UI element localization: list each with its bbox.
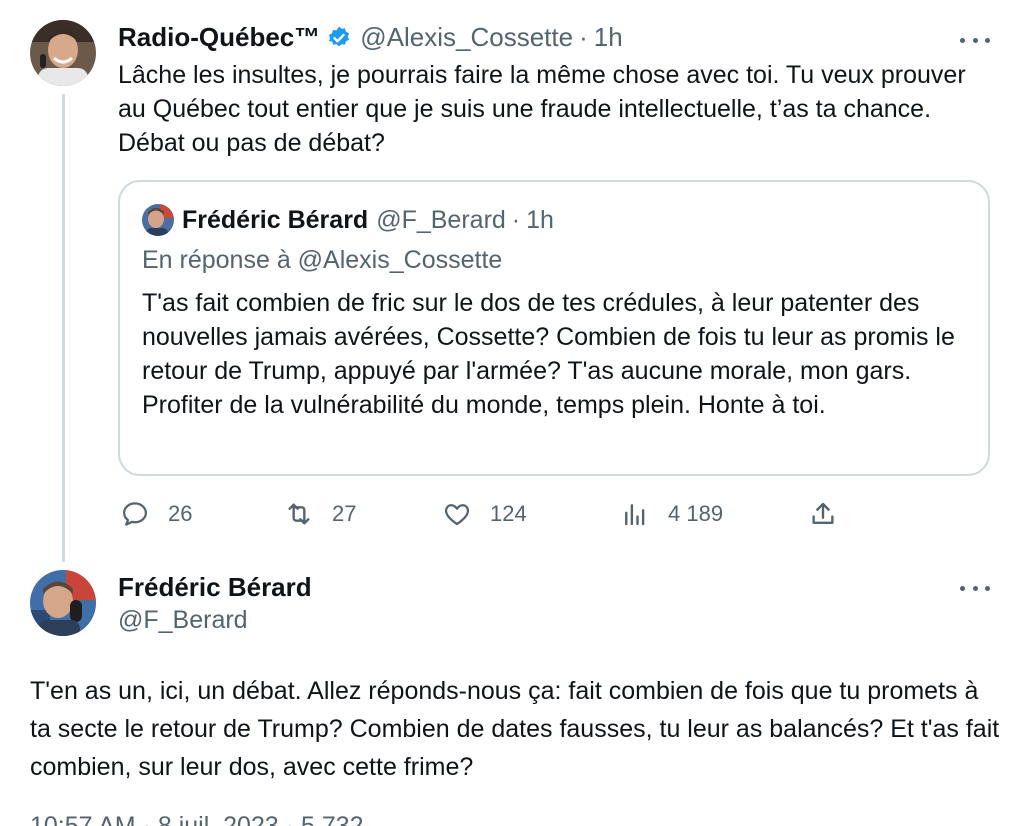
share-icon bbox=[806, 497, 840, 531]
reply-author-handle[interactable]: @F_Berard bbox=[118, 606, 248, 635]
tweet-meta: 10:57 AM · 8 juil. 2023 · 5 732 bbox=[30, 812, 364, 826]
quoted-timestamp: 1h bbox=[526, 205, 554, 234]
heart-icon bbox=[440, 497, 474, 531]
like-button[interactable]: 124 bbox=[440, 497, 527, 531]
tweet-text: Lâche les insultes, je pourrais faire la… bbox=[118, 61, 966, 157]
retweet-button[interactable]: 27 bbox=[282, 497, 356, 531]
reply-icon bbox=[118, 497, 152, 531]
timestamp[interactable]: 1h bbox=[594, 22, 623, 53]
separator: · bbox=[511, 205, 521, 234]
like-count: 124 bbox=[490, 501, 527, 526]
avatar[interactable] bbox=[30, 570, 96, 636]
tweet-header: Radio-Québec™ @Alexis_Cossette · 1h bbox=[118, 22, 623, 53]
reply-author-name[interactable]: Frédéric Bérard bbox=[118, 572, 312, 603]
more-icon[interactable] bbox=[960, 30, 990, 50]
author-handle[interactable]: @Alexis_Cossette bbox=[360, 22, 573, 53]
reply-tweet-text: T'en as un, ici, un débat. Allez réponds… bbox=[30, 677, 1000, 781]
views-count: 4 189 bbox=[668, 501, 724, 526]
reply-count: 26 bbox=[168, 501, 193, 526]
views-icon bbox=[618, 497, 652, 531]
avatar[interactable] bbox=[30, 20, 96, 86]
action-bar: 26 27 124 4 189 bbox=[118, 497, 858, 537]
quoted-author-handle: @F_Berard bbox=[376, 205, 506, 234]
share-button[interactable] bbox=[806, 497, 840, 531]
author-name[interactable]: Radio-Québec™ bbox=[118, 22, 320, 53]
verified-badge-icon bbox=[326, 25, 352, 51]
quoted-tweet-text: T'as fait combien de fric sur le dos de … bbox=[142, 289, 955, 419]
quoted-author-name: Frédéric Bérard bbox=[182, 205, 369, 234]
avatar bbox=[142, 204, 174, 236]
reply-to-label: En réponse à @Alexis_Cossette bbox=[142, 246, 503, 274]
separator: · bbox=[579, 22, 588, 52]
retweet-icon bbox=[282, 497, 316, 531]
more-icon[interactable] bbox=[960, 578, 990, 598]
quoted-tweet-card[interactable]: Frédéric Bérard @F_Berard · 1h En répons… bbox=[118, 180, 990, 476]
thread-line bbox=[62, 94, 65, 562]
views-button[interactable]: 4 189 bbox=[618, 497, 723, 531]
reply-button[interactable]: 26 bbox=[118, 497, 192, 531]
retweet-count: 27 bbox=[332, 501, 357, 526]
quoted-tweet-header: Frédéric Bérard @F_Berard · 1h bbox=[142, 204, 554, 236]
